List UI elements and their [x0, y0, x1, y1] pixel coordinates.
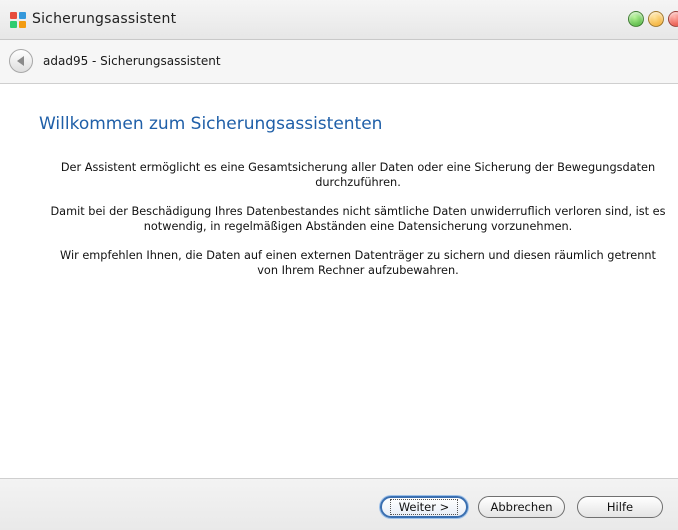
cancel-button[interactable]: Abbrechen	[478, 496, 565, 518]
wizard-window: Sicherungsassistent adad95 - Sicherungsa…	[0, 0, 678, 530]
intro-text: Der Assistent ermöglicht es eine Gesamts…	[50, 160, 666, 292]
back-arrow-icon	[16, 56, 24, 66]
paragraph-1: Der Assistent ermöglicht es eine Gesamts…	[60, 161, 656, 189]
title-bar[interactable]: Sicherungsassistent	[0, 0, 678, 40]
back-button[interactable]	[9, 49, 33, 73]
navigation-bar: adad95 - Sicherungsassistent	[0, 40, 678, 84]
window-title: Sicherungsassistent	[32, 11, 177, 27]
close-icon[interactable]	[668, 11, 678, 27]
app-icon	[10, 12, 26, 28]
minimize-icon[interactable]	[628, 11, 644, 27]
help-button[interactable]: Hilfe	[577, 496, 663, 518]
next-button[interactable]: Weiter >	[380, 496, 468, 518]
maximize-icon[interactable]	[648, 11, 664, 27]
wizard-content: Willkommen zum Sicherungsassistenten Der…	[0, 84, 678, 478]
paragraph-3: Wir empfehlen Ihnen, die Daten auf einen…	[60, 249, 656, 277]
button-bar: Weiter > Abbrechen Hilfe	[0, 478, 678, 530]
nav-title: adad95 - Sicherungsassistent	[43, 54, 221, 68]
next-button-label: Weiter >	[389, 499, 459, 515]
window-controls	[628, 11, 678, 27]
paragraph-2: Damit bei der Beschädigung Ihres Datenbe…	[50, 205, 666, 233]
page-heading: Willkommen zum Sicherungsassistenten	[39, 114, 383, 134]
